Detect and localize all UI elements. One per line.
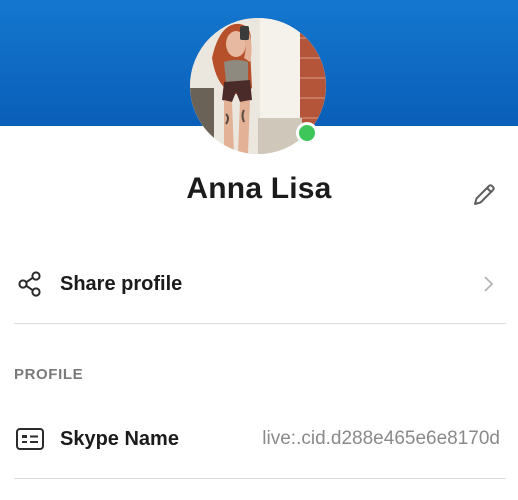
divider <box>14 478 506 479</box>
avatar-container[interactable] <box>190 18 328 154</box>
section-header-profile: PROFILE <box>14 366 84 383</box>
pencil-icon <box>474 184 495 205</box>
share-profile-label: Share profile <box>60 272 183 295</box>
skype-name-row[interactable]: Skype Name live:.cid.d288e465e6e8170d <box>14 411 506 467</box>
profile-name: Anna Lisa <box>186 172 332 205</box>
divider <box>14 323 506 324</box>
chevron-right-icon <box>484 276 494 292</box>
id-card-icon <box>14 423 46 455</box>
share-profile-row[interactable]: Share profile <box>14 256 506 312</box>
skype-name-label: Skype Name <box>60 427 179 450</box>
skype-name-value[interactable]: live:.cid.d288e465e6e8170d <box>262 428 500 450</box>
online-status-indicator <box>296 122 318 144</box>
edit-profile-button[interactable] <box>466 177 502 213</box>
share-icon <box>14 268 46 300</box>
